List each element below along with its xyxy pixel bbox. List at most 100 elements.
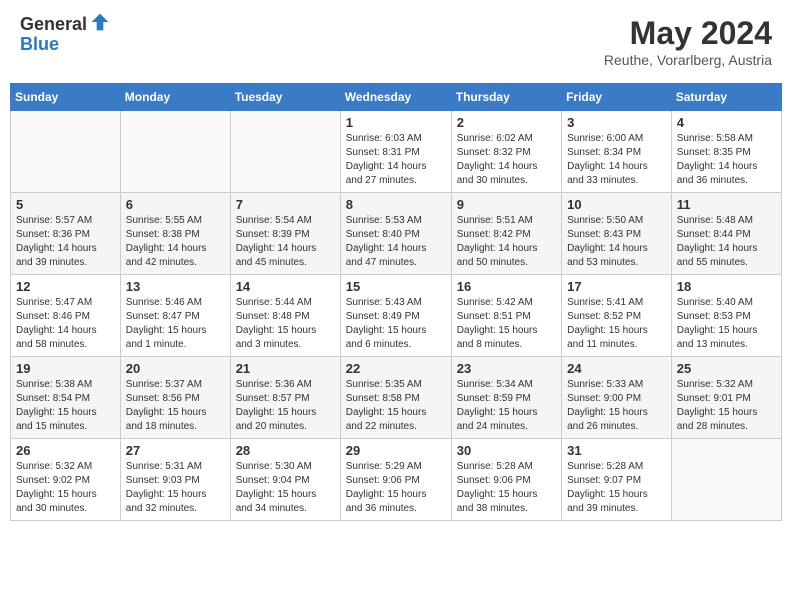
day-number: 9 [457, 197, 556, 212]
calendar-cell [120, 111, 230, 193]
calendar-cell: 2 Sunrise: 6:02 AM Sunset: 8:32 PM Daylig… [451, 111, 561, 193]
day-info: Sunrise: 5:31 AM Sunset: 9:03 PM Dayligh… [126, 460, 225, 516]
calendar-cell: 10 Sunrise: 5:50 AM Sunset: 8:43 PM Dayli… [562, 193, 672, 275]
calendar-cell: 25 Sunrise: 5:32 AM Sunset: 9:01 PM Dayli… [671, 357, 781, 439]
calendar-cell: 3 Sunrise: 6:00 AM Sunset: 8:34 PM Daylig… [562, 111, 672, 193]
calendar-cell: 15 Sunrise: 5:43 AM Sunset: 8:49 PM Dayli… [340, 275, 451, 357]
calendar-cell: 29 Sunrise: 5:29 AM Sunset: 9:06 PM Dayli… [340, 439, 451, 521]
logo-general: General [20, 15, 87, 35]
day-info: Sunrise: 5:40 AM Sunset: 8:53 PM Dayligh… [677, 296, 776, 352]
day-number: 4 [677, 115, 776, 130]
calendar-cell: 20Sunrise: 5:37 AM Sunset: 8:56 PM Dayli… [120, 357, 230, 439]
calendar-cell [671, 439, 781, 521]
day-info: Sunrise: 5:36 AM Sunset: 8:57 PM Dayligh… [236, 378, 335, 434]
logo-blue: Blue [20, 35, 110, 55]
calendar-week-row: 5 Sunrise: 5:57 AM Sunset: 8:36 PM Daylig… [11, 193, 782, 275]
weekday-header: Thursday [451, 84, 561, 111]
day-number: 15 [346, 279, 446, 294]
day-info: Sunrise: 5:42 AM Sunset: 8:51 PM Dayligh… [457, 296, 556, 352]
day-info: Sunrise: 5:57 AM Sunset: 8:36 PM Dayligh… [16, 214, 115, 270]
calendar-cell: 22 Sunrise: 5:35 AM Sunset: 8:58 PM Dayli… [340, 357, 451, 439]
day-number: 7 [236, 197, 335, 212]
day-number: 17 [567, 279, 666, 294]
calendar-cell [11, 111, 121, 193]
day-number: 11 [677, 197, 776, 212]
calendar-cell: 26 Sunrise: 5:32 AM Sunset: 9:02 PM Dayli… [11, 439, 121, 521]
day-info: Sunrise: 5:30 AM Sunset: 9:04 PM Dayligh… [236, 460, 335, 516]
calendar-cell: 13 Sunrise: 5:46 AM Sunset: 8:47 PM Dayli… [120, 275, 230, 357]
calendar-week-row: 19 Sunrise: 5:38 AM Sunset: 8:54 PM Dayli… [11, 357, 782, 439]
day-number: 13 [126, 279, 225, 294]
day-info: Sunrise: 5:32 AM Sunset: 9:01 PM Dayligh… [677, 378, 776, 434]
day-info: Sunrise: 5:37 AM Sunset: 8:56 PM Dayligh… [126, 378, 225, 434]
calendar-cell: 16Sunrise: 5:42 AM Sunset: 8:51 PM Dayli… [451, 275, 561, 357]
day-info: Sunrise: 5:29 AM Sunset: 9:06 PM Dayligh… [346, 460, 446, 516]
calendar-cell: 7Sunrise: 5:54 AM Sunset: 8:39 PM Daylig… [230, 193, 340, 275]
calendar-cell: 28 Sunrise: 5:30 AM Sunset: 9:04 PM Dayli… [230, 439, 340, 521]
day-number: 26 [16, 443, 115, 458]
day-info: Sunrise: 5:55 AM Sunset: 8:38 PM Dayligh… [126, 214, 225, 270]
day-info: Sunrise: 5:53 AM Sunset: 8:40 PM Dayligh… [346, 214, 446, 270]
day-number: 2 [457, 115, 556, 130]
day-number: 23 [457, 361, 556, 376]
calendar-week-row: 12 Sunrise: 5:47 AM Sunset: 8:46 PM Dayli… [11, 275, 782, 357]
day-number: 19 [16, 361, 115, 376]
day-number: 14 [236, 279, 335, 294]
weekday-header: Sunday [11, 84, 121, 111]
day-number: 10 [567, 197, 666, 212]
calendar-cell: 30Sunrise: 5:28 AM Sunset: 9:06 PM Dayli… [451, 439, 561, 521]
location: Reuthe, Vorarlberg, Austria [604, 52, 772, 68]
day-info: Sunrise: 5:41 AM Sunset: 8:52 PM Dayligh… [567, 296, 666, 352]
day-number: 25 [677, 361, 776, 376]
calendar-cell: 12 Sunrise: 5:47 AM Sunset: 8:46 PM Dayli… [11, 275, 121, 357]
calendar-cell [230, 111, 340, 193]
day-info: Sunrise: 5:32 AM Sunset: 9:02 PM Dayligh… [16, 460, 115, 516]
calendar-cell: 1Sunrise: 6:03 AM Sunset: 8:31 PM Daylig… [340, 111, 451, 193]
day-info: Sunrise: 5:51 AM Sunset: 8:42 PM Dayligh… [457, 214, 556, 270]
calendar-cell: 17 Sunrise: 5:41 AM Sunset: 8:52 PM Dayli… [562, 275, 672, 357]
month-title: May 2024 [604, 15, 772, 52]
weekday-header: Wednesday [340, 84, 451, 111]
day-info: Sunrise: 5:44 AM Sunset: 8:48 PM Dayligh… [236, 296, 335, 352]
day-number: 24 [567, 361, 666, 376]
day-number: 27 [126, 443, 225, 458]
calendar-cell: 14 Sunrise: 5:44 AM Sunset: 8:48 PM Dayli… [230, 275, 340, 357]
calendar-cell: 24Sunrise: 5:33 AM Sunset: 9:00 PM Dayli… [562, 357, 672, 439]
day-number: 22 [346, 361, 446, 376]
calendar-cell: 5 Sunrise: 5:57 AM Sunset: 8:36 PM Daylig… [11, 193, 121, 275]
day-info: Sunrise: 5:43 AM Sunset: 8:49 PM Dayligh… [346, 296, 446, 352]
day-number: 28 [236, 443, 335, 458]
calendar-cell: 23Sunrise: 5:34 AM Sunset: 8:59 PM Dayli… [451, 357, 561, 439]
calendar-cell: 18 Sunrise: 5:40 AM Sunset: 8:53 PM Dayli… [671, 275, 781, 357]
calendar: SundayMondayTuesdayWednesdayThursdayFrid… [10, 83, 782, 521]
day-number: 1 [346, 115, 446, 130]
day-info: Sunrise: 5:28 AM Sunset: 9:07 PM Dayligh… [567, 460, 666, 516]
weekday-header: Tuesday [230, 84, 340, 111]
day-info: Sunrise: 6:00 AM Sunset: 8:34 PM Dayligh… [567, 132, 666, 188]
calendar-cell: 8Sunrise: 5:53 AM Sunset: 8:40 PM Daylig… [340, 193, 451, 275]
day-number: 29 [346, 443, 446, 458]
day-info: Sunrise: 5:50 AM Sunset: 8:43 PM Dayligh… [567, 214, 666, 270]
day-number: 6 [126, 197, 225, 212]
day-info: Sunrise: 5:47 AM Sunset: 8:46 PM Dayligh… [16, 296, 115, 352]
day-info: Sunrise: 5:38 AM Sunset: 8:54 PM Dayligh… [16, 378, 115, 434]
day-info: Sunrise: 5:35 AM Sunset: 8:58 PM Dayligh… [346, 378, 446, 434]
logo-text: General Blue [20, 15, 110, 55]
day-number: 5 [16, 197, 115, 212]
calendar-cell: 19 Sunrise: 5:38 AM Sunset: 8:54 PM Dayli… [11, 357, 121, 439]
calendar-cell: 31 Sunrise: 5:28 AM Sunset: 9:07 PM Dayli… [562, 439, 672, 521]
weekday-header: Saturday [671, 84, 781, 111]
day-number: 3 [567, 115, 666, 130]
calendar-cell: 11Sunrise: 5:48 AM Sunset: 8:44 PM Dayli… [671, 193, 781, 275]
calendar-cell: 27 Sunrise: 5:31 AM Sunset: 9:03 PM Dayli… [120, 439, 230, 521]
day-info: Sunrise: 5:46 AM Sunset: 8:47 PM Dayligh… [126, 296, 225, 352]
day-number: 12 [16, 279, 115, 294]
day-number: 18 [677, 279, 776, 294]
day-info: Sunrise: 5:28 AM Sunset: 9:06 PM Dayligh… [457, 460, 556, 516]
day-number: 21 [236, 361, 335, 376]
title-area: May 2024 Reuthe, Vorarlberg, Austria [604, 15, 772, 68]
day-info: Sunrise: 6:02 AM Sunset: 8:32 PM Dayligh… [457, 132, 556, 188]
logo-icon [90, 12, 110, 32]
logo: General Blue [20, 15, 110, 55]
day-number: 31 [567, 443, 666, 458]
